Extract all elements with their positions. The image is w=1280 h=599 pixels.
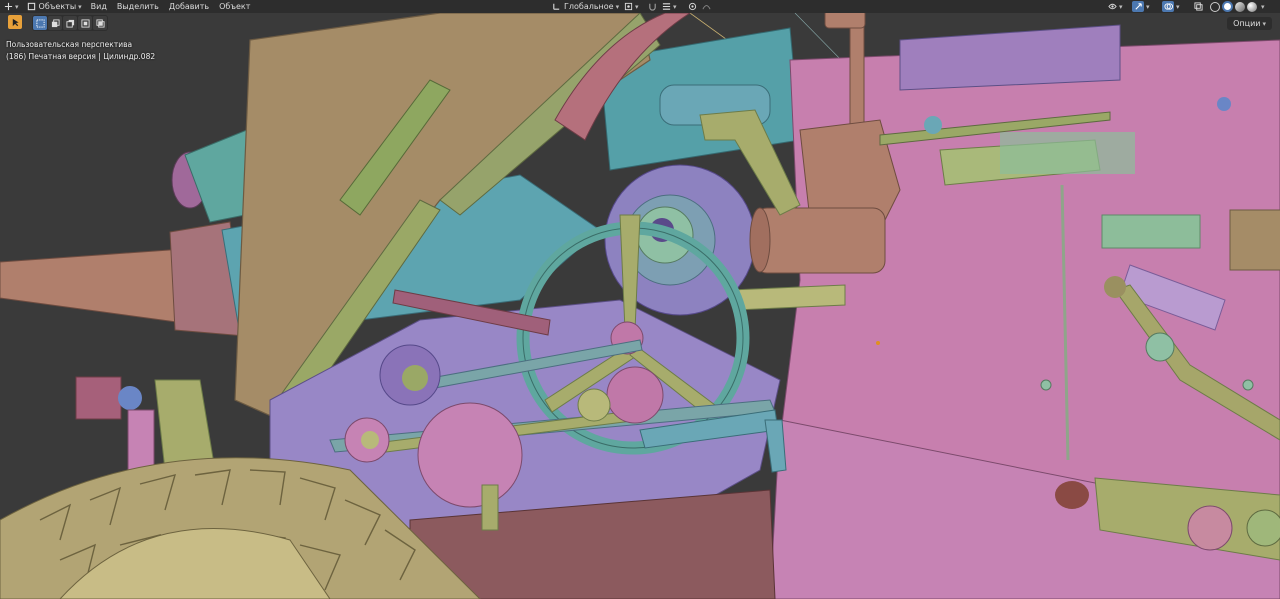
- options-label: Опции: [1233, 19, 1261, 28]
- bolt-plate-2: [1246, 509, 1280, 547]
- sight-ball: [924, 116, 942, 134]
- snap-target-icon: [662, 3, 671, 10]
- shading-dropdown[interactable]: ▾: [1261, 3, 1265, 11]
- options-dropdown[interactable]: Опции ▾: [1227, 17, 1272, 30]
- menu-select[interactable]: Выделить: [112, 0, 164, 13]
- bolt: [1217, 97, 1231, 111]
- transform-icon: [4, 2, 13, 11]
- menu-add[interactable]: Добавить: [164, 0, 214, 13]
- viewport-header: ▾ Объекты ▾ Вид Выделить Добавить Объект…: [0, 0, 1280, 13]
- bolt: [1242, 379, 1254, 391]
- bearing-hub: [361, 431, 379, 449]
- select-invert-button[interactable]: [78, 16, 92, 30]
- pink-gear: [606, 366, 664, 424]
- origin-dot: [876, 341, 880, 345]
- transform-orientation-dropdown[interactable]: Глобальное ▾: [548, 0, 623, 13]
- xray-toggle[interactable]: [1190, 0, 1207, 13]
- mode-label: Объекты: [38, 2, 77, 11]
- select-new-button[interactable]: [33, 16, 47, 30]
- lever-hub: [1145, 332, 1175, 362]
- plate-3: [1101, 214, 1201, 249]
- selection-mode-group: [32, 15, 108, 31]
- select-tool-button[interactable]: [8, 15, 22, 29]
- plate-2: [1000, 132, 1135, 174]
- shading-solid-icon[interactable]: [1222, 1, 1233, 12]
- shading-material-icon[interactable]: [1235, 1, 1245, 12]
- bolt-plate: [1187, 505, 1233, 551]
- select-invert-icon: [80, 18, 90, 28]
- sight-tube: [754, 207, 886, 274]
- object-mode-icon: [27, 2, 35, 11]
- bolt: [1040, 379, 1052, 391]
- rod-knob: [1055, 481, 1089, 509]
- sight-lens: [749, 207, 771, 273]
- tool-row: [8, 15, 108, 31]
- shading-wireframe-icon[interactable]: [1210, 1, 1220, 12]
- snap-icon: [649, 3, 656, 11]
- handwheel-spoke-bar: [729, 284, 846, 311]
- select-box-icon: [35, 18, 45, 28]
- lever-ball: [1104, 276, 1126, 298]
- object-info: (186) Печатная версия | Цилиндр.082: [6, 52, 156, 61]
- pivot-point-button[interactable]: ▾: [620, 0, 643, 13]
- cursor-icon: [12, 18, 19, 26]
- sight-knob: [824, 13, 866, 29]
- xray-icon: [1194, 2, 1203, 11]
- menu-object[interactable]: Объект: [214, 0, 255, 13]
- visibility-icon: [1108, 3, 1117, 10]
- right-barrel: [1229, 209, 1280, 271]
- snap-target-dropdown[interactable]: ▾: [658, 0, 681, 13]
- gizmo-icon: [1134, 3, 1142, 10]
- olive-stub: [481, 484, 499, 531]
- pink-block: [75, 376, 122, 420]
- orientation-icon: [553, 3, 560, 10]
- select-subtract-button[interactable]: [63, 16, 77, 30]
- select-intersect-icon: [95, 18, 105, 28]
- falloff-dropdown[interactable]: [698, 0, 715, 13]
- shading-modes: ▾: [1210, 1, 1265, 12]
- pink-disc: [417, 402, 523, 508]
- view-name: Пользовательская перспектива: [6, 40, 133, 49]
- mode-selector[interactable]: Объекты ▾: [23, 0, 86, 13]
- gizmo-toggle[interactable]: ▾: [1128, 0, 1154, 13]
- visibility-dropdown[interactable]: ▾: [1104, 0, 1127, 13]
- orientation-label: Глобальное: [564, 2, 614, 11]
- bearing-hub: [402, 365, 428, 391]
- select-extend-button[interactable]: [48, 16, 62, 30]
- overlay-icon: [1163, 3, 1173, 10]
- pivot-icon: [624, 2, 633, 11]
- olive-ball: [577, 388, 611, 422]
- menu-view[interactable]: Вид: [86, 0, 112, 13]
- proportional-icon: [688, 2, 697, 11]
- overlay-toggle[interactable]: ▾: [1158, 0, 1184, 13]
- select-extend-icon: [51, 18, 60, 27]
- viewport-canvas[interactable]: [0, 13, 1280, 599]
- falloff-icon: [702, 5, 711, 10]
- shading-rendered-icon[interactable]: [1247, 1, 1257, 12]
- select-subtract-icon: [65, 19, 74, 28]
- pivot-ball: [118, 386, 142, 410]
- select-intersect-button[interactable]: [93, 16, 107, 30]
- transform-menu-button[interactable]: ▾: [0, 0, 23, 13]
